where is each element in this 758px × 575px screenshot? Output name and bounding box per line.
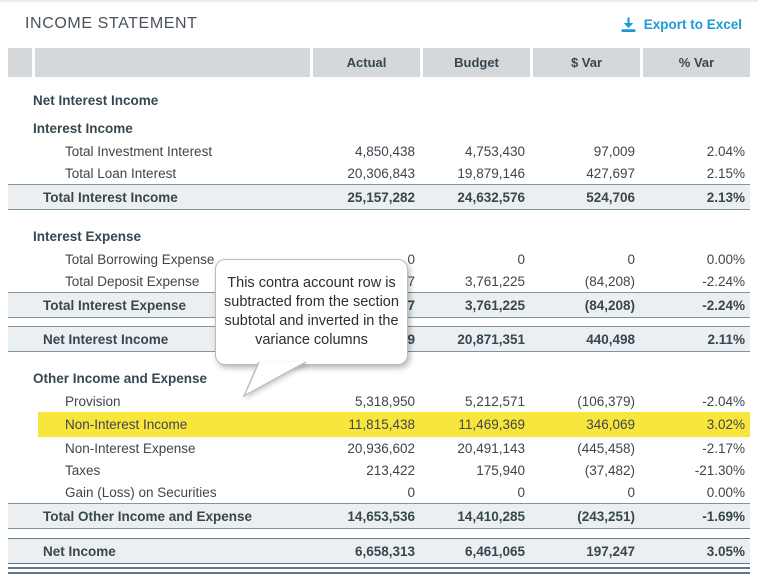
account-column-header	[35, 48, 310, 77]
account-label: Gain (Loss) on Securities	[8, 485, 310, 500]
cell-budget: 11,469,369	[423, 417, 530, 432]
download-icon	[620, 16, 637, 33]
account-row[interactable]: Non-Interest Income11,815,43811,469,3693…	[8, 412, 750, 437]
contra-account-tooltip: This contra account row is subtracted fr…	[215, 259, 408, 365]
cell-percent-var: 0.00%	[643, 485, 750, 500]
cell-budget: 20,491,143	[423, 441, 530, 456]
cell-percent-var: 2.13%	[643, 190, 750, 205]
export-to-excel-link[interactable]: Export to Excel	[620, 16, 742, 33]
account-row[interactable]: Gain (Loss) on Securities0000.00%	[8, 481, 750, 503]
tooltip-text: This contra account row is subtracted fr…	[224, 274, 399, 350]
cell-dollar-var: (37,482)	[533, 463, 640, 478]
cell-actual: 20,306,843	[313, 166, 420, 181]
account-label: Taxes	[8, 463, 310, 478]
cell-percent-var: 3.05%	[643, 544, 750, 559]
cell-percent-var: 2.04%	[643, 144, 750, 159]
cell-budget: 3,761,225	[423, 298, 530, 313]
subtotal-row[interactable]: Total Other Income and Expense14,653,536…	[8, 503, 750, 529]
cell-dollar-var: (84,208)	[533, 274, 640, 289]
cell-percent-var: -1.69%	[643, 509, 750, 524]
account-label: Total Interest Income	[8, 190, 310, 205]
account-label: Interest Income	[8, 121, 310, 136]
subtotal-row[interactable]: Total Interest Income25,157,28224,632,57…	[8, 184, 750, 210]
expander-column-header	[8, 48, 32, 77]
cell-percent-var: -2.04%	[643, 394, 750, 409]
cell-budget: 20,871,351	[423, 332, 530, 347]
account-row[interactable]: Total Loan Interest20,306,84319,879,1464…	[8, 162, 750, 184]
cell-dollar-var: 0	[533, 485, 640, 500]
export-to-excel-label: Export to Excel	[644, 17, 742, 32]
column-header-actual: Actual	[313, 48, 420, 77]
cell-actual: 213,422	[313, 463, 420, 478]
account-row[interactable]: Total Investment Interest4,850,4384,753,…	[8, 140, 750, 162]
cell-actual: 5,318,950	[313, 394, 420, 409]
cell-actual: 25,157,282	[313, 190, 420, 205]
column-header-budget: Budget	[423, 48, 530, 77]
account-label: Net Income	[8, 544, 310, 559]
account-row[interactable]: Non-Interest Expense20,936,60220,491,143…	[8, 437, 750, 459]
cell-actual: 4,850,438	[313, 144, 420, 159]
account-label: Interest Expense	[8, 229, 310, 244]
cell-actual: 14,653,536	[313, 509, 420, 524]
cell-dollar-var: 346,069	[533, 417, 640, 432]
cell-percent-var: -21.30%	[643, 463, 750, 478]
cell-dollar-var: 97,009	[533, 144, 640, 159]
column-header-dollar-var: $ Var	[533, 48, 640, 77]
cell-percent-var: -2.17%	[643, 441, 750, 456]
cell-budget: 6,461,065	[423, 544, 530, 559]
account-label: Non-Interest Income	[8, 417, 310, 432]
cell-dollar-var: 440,498	[533, 332, 640, 347]
cell-percent-var: -2.24%	[643, 298, 750, 313]
cell-budget: 19,879,146	[423, 166, 530, 181]
cell-percent-var: 2.15%	[643, 166, 750, 181]
column-header-row: Actual Budget $ Var % Var	[8, 48, 750, 77]
section-header-row: Net Interest Income	[8, 88, 750, 112]
cell-percent-var: 2.11%	[643, 332, 750, 347]
cell-budget: 24,632,576	[423, 190, 530, 205]
cell-dollar-var: 427,697	[533, 166, 640, 181]
cell-actual: 20,936,602	[313, 441, 420, 456]
cell-dollar-var: (84,208)	[533, 298, 640, 313]
cell-percent-var: 3.02%	[643, 417, 750, 432]
section-header-row: Interest Expense	[8, 224, 750, 248]
title-bar: INCOME STATEMENT Export to Excel	[0, 2, 758, 46]
account-row[interactable]: Provision5,318,9505,212,571(106,379)-2.0…	[8, 390, 750, 412]
account-label: Non-Interest Expense	[8, 441, 310, 456]
page-title: INCOME STATEMENT	[25, 15, 198, 33]
account-label: Total Other Income and Expense	[8, 509, 310, 524]
account-label: Net Interest Income	[8, 93, 310, 108]
account-row[interactable]: Taxes213,422175,940(37,482)-21.30%	[8, 459, 750, 481]
income-statement-panel: INCOME STATEMENT Export to Excel Actual …	[0, 0, 758, 575]
column-header-percent-var: % Var	[643, 48, 750, 77]
cell-actual: 6,658,313	[313, 544, 420, 559]
section-header-row: Interest Income	[8, 116, 750, 140]
cell-actual: 11,815,438	[313, 417, 420, 432]
cell-actual: 0	[313, 485, 420, 500]
cell-dollar-var: 524,706	[533, 190, 640, 205]
tooltip-tail	[232, 362, 322, 398]
cell-budget: 0	[423, 485, 530, 500]
account-label: Total Investment Interest	[8, 144, 310, 159]
account-label: Total Loan Interest	[8, 166, 310, 181]
cell-percent-var: -2.24%	[643, 274, 750, 289]
cell-dollar-var: 197,247	[533, 544, 640, 559]
cell-budget: 3,761,225	[423, 274, 530, 289]
section-header-row: Other Income and Expense	[8, 366, 750, 390]
cell-dollar-var: (445,458)	[533, 441, 640, 456]
cell-dollar-var: (106,379)	[533, 394, 640, 409]
cell-budget: 0	[423, 252, 530, 267]
cell-budget: 175,940	[423, 463, 530, 478]
grand-total-row[interactable]: Net Income6,658,3136,461,065197,2473.05%	[8, 538, 750, 564]
cell-percent-var: 0.00%	[643, 252, 750, 267]
cell-budget: 4,753,430	[423, 144, 530, 159]
cell-budget: 14,410,285	[423, 509, 530, 524]
cell-budget: 5,212,571	[423, 394, 530, 409]
cell-dollar-var: (243,251)	[533, 509, 640, 524]
cell-dollar-var: 0	[533, 252, 640, 267]
grand-total-rule	[8, 567, 750, 574]
